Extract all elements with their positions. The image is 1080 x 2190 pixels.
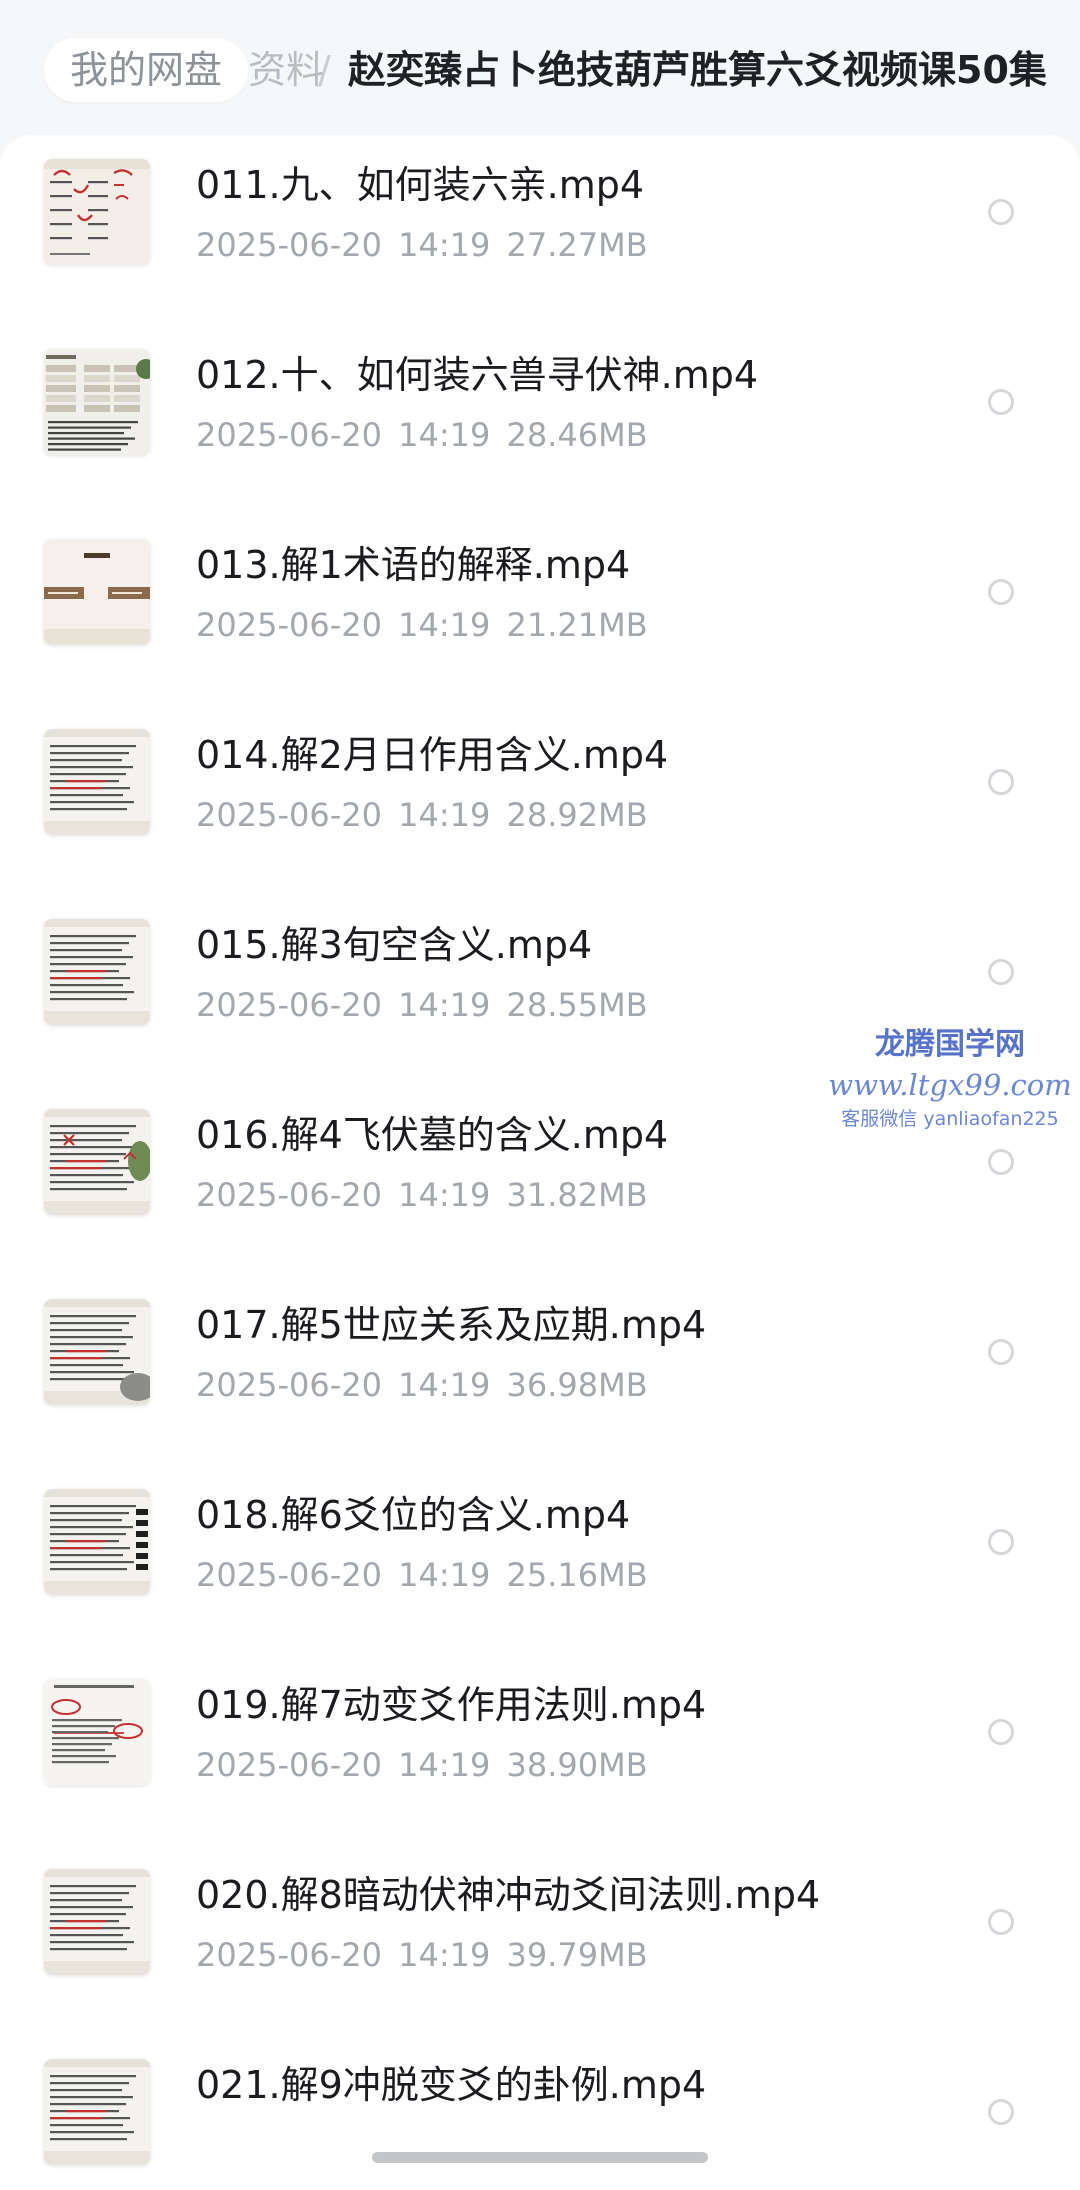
video-thumbnail [44,729,150,835]
file-row[interactable]: 015.解3旬空含义.mp4 2025-06-20 14:19 28.55MB [0,895,1080,1085]
file-date: 2025-06-20 [196,606,382,644]
video-thumbnail [44,1109,150,1215]
select-radio[interactable] [988,1909,1014,1935]
file-date: 2025-06-20 [196,1936,382,1974]
file-date: 2025-06-20 [196,1556,382,1594]
video-thumbnail [44,1299,150,1405]
select-radio[interactable] [988,1719,1014,1745]
select-radio[interactable] [988,1529,1014,1555]
file-time: 14:19 [398,606,491,644]
file-time: 14:19 [398,1556,491,1594]
video-thumbnail [44,1869,150,1975]
file-date: 2025-06-20 [196,416,382,454]
file-time: 14:19 [398,1746,491,1784]
file-size: 36.98MB [506,1366,648,1404]
file-meta: 2025-06-20 14:19 21.21MB [196,603,648,647]
file-time: 14:19 [398,1936,491,1974]
file-size: 28.46MB [506,416,648,454]
file-date: 2025-06-20 [196,1366,382,1404]
file-name: 019.解7动变爻作用法则.mp4 [196,1683,707,1727]
select-radio[interactable] [988,769,1014,795]
file-list: 011.九、如何装六亲.mp4 2025-06-20 14:19 27.27MB… [0,135,1080,2190]
breadcrumb-current-folder: 赵奕臻占卜绝技葫芦胜算六爻视频课50集 [348,48,1047,92]
file-name: 020.解8暗动伏神冲动爻间法则.mp4 [196,1873,821,1917]
file-time: 14:19 [398,226,491,264]
file-date: 2025-06-20 [196,226,382,264]
select-radio[interactable] [988,1339,1014,1365]
file-date: 2025-06-20 [196,796,382,834]
select-radio[interactable] [988,2099,1014,2125]
home-indicator[interactable] [372,2152,708,2163]
file-name: 014.解2月日作用含义.mp4 [196,733,669,777]
file-meta: 2025-06-20 14:19 28.55MB [196,983,648,1027]
file-name: 016.解4飞伏墓的含义.mp4 [196,1113,669,1157]
file-date: 2025-06-20 [196,1746,382,1784]
video-thumbnail [44,1489,150,1595]
video-thumbnail [44,1679,150,1785]
file-name: 013.解1术语的解释.mp4 [196,543,631,587]
file-row[interactable]: 019.解7动变爻作用法则.mp4 2025-06-20 14:19 38.90… [0,1655,1080,1845]
file-meta: 2025-06-20 14:19 31.82MB [196,1173,648,1217]
file-meta: 2025-06-20 14:19 28.92MB [196,793,648,837]
breadcrumb-root-my-drive[interactable]: 我的网盘 [44,38,249,102]
file-size: 21.21MB [506,606,648,644]
file-row[interactable]: 012.十、如何装六兽寻伏神.mp4 2025-06-20 14:19 28.4… [0,325,1080,515]
file-row[interactable]: 011.九、如何装六亲.mp4 2025-06-20 14:19 27.27MB [0,135,1080,325]
file-name: 017.解5世应关系及应期.mp4 [196,1303,707,1347]
file-meta: 2025-06-20 14:19 25.16MB [196,1553,648,1597]
file-row[interactable]: 021.解9冲脱变爻的卦例.mp4 [0,2035,1080,2190]
file-time: 14:19 [398,796,491,834]
file-size: 38.90MB [506,1746,648,1784]
file-row[interactable]: 018.解6爻位的含义.mp4 2025-06-20 14:19 25.16MB [0,1465,1080,1655]
file-name: 018.解6爻位的含义.mp4 [196,1493,631,1537]
select-radio[interactable] [988,959,1014,985]
file-row[interactable]: 014.解2月日作用含义.mp4 2025-06-20 14:19 28.92M… [0,705,1080,895]
breadcrumb-separator: / [318,48,331,92]
file-time: 14:19 [398,1366,491,1404]
select-radio[interactable] [988,579,1014,605]
file-date: 2025-06-20 [196,1176,382,1214]
video-thumbnail [44,919,150,1025]
file-time: 14:19 [398,986,491,1024]
file-row[interactable]: 017.解5世应关系及应期.mp4 2025-06-20 14:19 36.98… [0,1275,1080,1465]
select-radio[interactable] [988,199,1014,225]
file-row[interactable]: 013.解1术语的解释.mp4 2025-06-20 14:19 21.21MB [0,515,1080,705]
video-thumbnail [44,349,150,455]
video-thumbnail [44,159,150,265]
file-time: 14:19 [398,1176,491,1214]
file-time: 14:19 [398,416,491,454]
file-row[interactable]: 016.解4飞伏墓的含义.mp4 2025-06-20 14:19 31.82M… [0,1085,1080,1275]
breadcrumb: 资料 我的网盘 / 赵奕臻占卜绝技葫芦胜算六爻视频课50集 [0,0,1080,135]
file-size: 28.55MB [506,986,648,1024]
file-meta: 2025-06-20 14:19 28.46MB [196,413,648,457]
video-thumbnail [44,2059,150,2165]
file-meta: 2025-06-20 14:19 38.90MB [196,1743,648,1787]
file-name: 015.解3旬空含义.mp4 [196,923,593,967]
file-name: 021.解9冲脱变爻的卦例.mp4 [196,2063,707,2107]
file-size: 25.16MB [506,1556,648,1594]
file-name: 011.九、如何装六亲.mp4 [196,163,645,207]
video-thumbnail [44,539,150,645]
file-size: 39.79MB [506,1936,648,1974]
select-radio[interactable] [988,389,1014,415]
file-date: 2025-06-20 [196,986,382,1024]
breadcrumb-middle[interactable]: 资料 [248,38,324,102]
file-meta: 2025-06-20 14:19 36.98MB [196,1363,648,1407]
file-row[interactable]: 020.解8暗动伏神冲动爻间法则.mp4 2025-06-20 14:19 39… [0,1845,1080,2035]
file-size: 28.92MB [506,796,648,834]
file-meta: 2025-06-20 14:19 39.79MB [196,1933,648,1977]
file-meta: 2025-06-20 14:19 27.27MB [196,223,648,267]
file-browser-screen: 资料 我的网盘 / 赵奕臻占卜绝技葫芦胜算六爻视频课50集 011.九、如何装六… [0,0,1080,2190]
file-size: 31.82MB [506,1176,648,1214]
file-name: 012.十、如何装六兽寻伏神.mp4 [196,353,759,397]
select-radio[interactable] [988,1149,1014,1175]
file-size: 27.27MB [506,226,648,264]
